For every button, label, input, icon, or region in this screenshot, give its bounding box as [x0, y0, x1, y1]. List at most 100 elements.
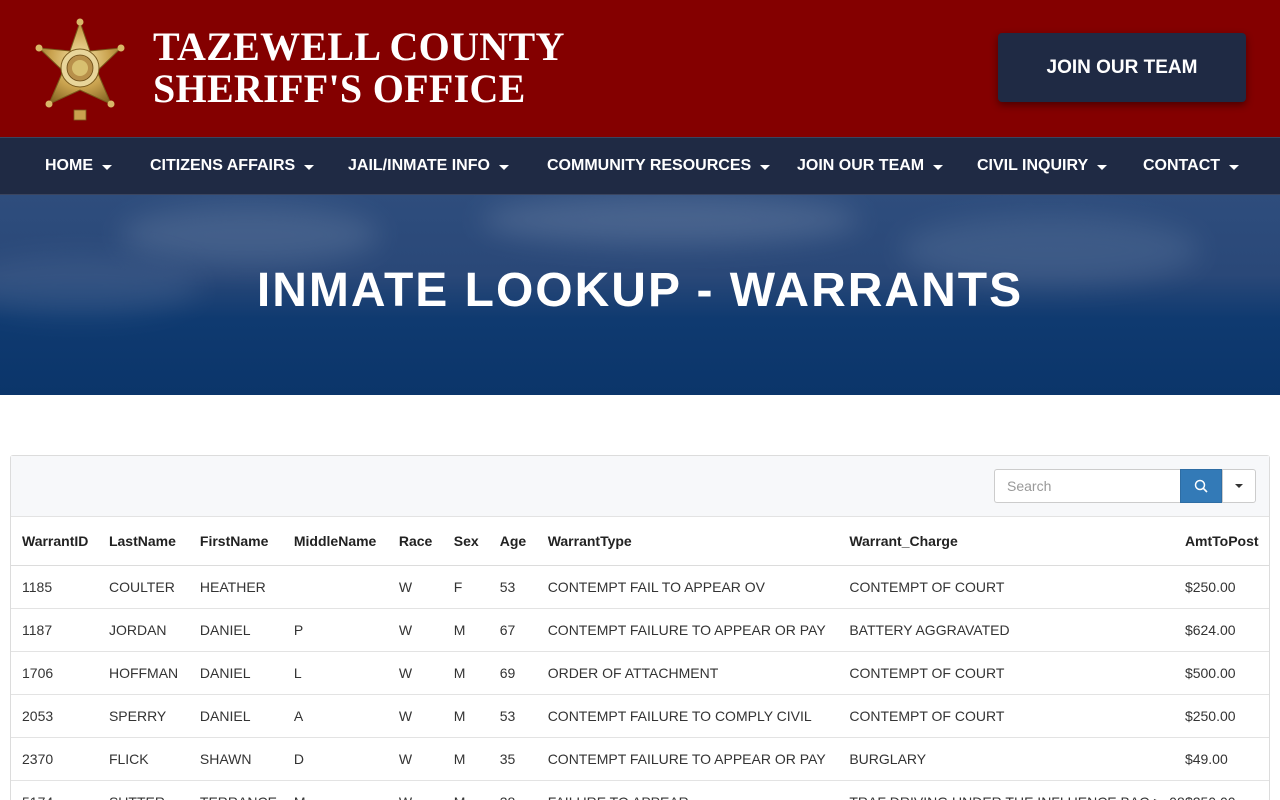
table-cell: ORDER OF ATTACHMENT: [547, 651, 850, 695]
table-row[interactable]: 2370 FLICK SHAWN D W M 35 CONTEMPT FAILU…: [11, 737, 1269, 781]
table-cell: TRAF DRIVING UNDER THE INFLUENCE BAC > .…: [849, 780, 1185, 800]
search-options-dropdown[interactable]: [1222, 469, 1256, 503]
table-cell: $250.00: [1184, 780, 1269, 800]
table-cell: 2053: [11, 694, 109, 738]
table-cell: D: [293, 737, 399, 781]
join-our-team-button[interactable]: JOIN OUR TEAM: [998, 33, 1246, 102]
table-cell: W: [398, 737, 454, 781]
table-cell: CONTEMPT OF COURT: [849, 651, 1185, 695]
hero-banner: INMATE LOOKUP - WARRANTS: [0, 195, 1280, 395]
table-cell: CONTEMPT OF COURT: [849, 565, 1185, 609]
warrants-table: WarrantID LastName FirstName MiddleName …: [11, 517, 1269, 800]
nav-item-civil-inquiry[interactable]: CIVIL INQUIRY: [977, 138, 1108, 194]
nav-item-contact[interactable]: CONTACT: [1143, 138, 1240, 194]
column-header[interactable]: WarrantType: [547, 517, 850, 566]
table-cell: $49.00: [1184, 737, 1269, 781]
chevron-down-icon: [1235, 484, 1243, 488]
nav-item-home[interactable]: HOME: [45, 138, 112, 194]
table-cell: DANIEL: [199, 694, 294, 738]
search-button[interactable]: [1180, 469, 1222, 503]
nav-item-label: CONTACT: [1143, 157, 1221, 174]
sheriff-star-badge-logo[interactable]: [33, 18, 127, 124]
column-header[interactable]: MiddleName: [293, 517, 399, 566]
table-cell: M: [453, 780, 500, 800]
table-cell: HEATHER: [199, 565, 294, 609]
table-header-row: WarrantID LastName FirstName MiddleName …: [11, 517, 1269, 566]
table-cell: CONTEMPT FAILURE TO APPEAR OR PAY: [547, 608, 850, 652]
table-cell: $500.00: [1184, 651, 1269, 695]
table-cell: TERRANCE: [199, 780, 294, 800]
table-cell: 69: [499, 651, 548, 695]
column-header[interactable]: FirstName: [199, 517, 294, 566]
table-cell: 2370: [11, 737, 109, 781]
nav-item-label: COMMUNITY RESOURCES: [547, 157, 752, 174]
nav-item-label: CITIZENS AFFAIRS: [150, 157, 296, 174]
table-cell: BURGLARY: [849, 737, 1185, 781]
table-row[interactable]: 1706 HOFFMAN DANIEL L W M 69 ORDER OF AT…: [11, 651, 1269, 695]
site-header: TAZEWELL COUNTY SHERIFF'S OFFICE JOIN OU…: [0, 0, 1280, 137]
chevron-down-icon: [1229, 164, 1240, 170]
chevron-down-icon: [760, 164, 771, 170]
table-cell: P: [293, 608, 399, 652]
search-input[interactable]: Search: [994, 469, 1181, 503]
nav-item-community-resources[interactable]: COMMUNITY RESOURCES: [547, 138, 771, 194]
table-cell: FAILURE TO APPEAR: [547, 780, 850, 800]
table-cell: $250.00: [1184, 565, 1269, 609]
column-header[interactable]: Race: [398, 517, 454, 566]
table-cell: 53: [499, 565, 548, 609]
table-cell: DANIEL: [199, 608, 294, 652]
table-cell: CONTEMPT FAILURE TO COMPLY CIVIL: [547, 694, 850, 738]
table-cell: 67: [499, 608, 548, 652]
nav-item-jail-inmate-info[interactable]: JAIL/INMATE INFO: [348, 138, 509, 194]
table-cell: M: [293, 780, 399, 800]
table-cell: $250.00: [1184, 694, 1269, 738]
table-cell: DANIEL: [199, 651, 294, 695]
table-cell: SUTTER: [108, 780, 200, 800]
table-cell: W: [398, 651, 454, 695]
column-header[interactable]: Age: [499, 517, 548, 566]
table-cell: JORDAN: [108, 608, 200, 652]
column-header[interactable]: AmtToPost: [1184, 517, 1269, 566]
page-title: INMATE LOOKUP - WARRANTS: [256, 264, 1024, 317]
main-navigation: HOME CITIZENS AFFAIRS JAIL/INMATE INFO C…: [0, 137, 1280, 195]
nav-item-join-our-team[interactable]: JOIN OUR TEAM: [797, 138, 944, 194]
table-cell: 53: [499, 694, 548, 738]
table-cell: M: [453, 737, 500, 781]
column-header[interactable]: Warrant_Charge: [849, 517, 1185, 566]
table-cell: 35: [499, 737, 548, 781]
table-cell: [293, 565, 399, 609]
nav-item-label: CIVIL INQUIRY: [977, 157, 1089, 174]
table-cell: 1706: [11, 651, 109, 695]
table-cell: A: [293, 694, 399, 738]
column-header[interactable]: WarrantID: [11, 517, 109, 566]
table-cell: W: [398, 780, 454, 800]
table-cell: FLICK: [108, 737, 200, 781]
column-header[interactable]: LastName: [108, 517, 200, 566]
site-title-line2: SHERIFF'S OFFICE: [153, 66, 526, 111]
chevron-down-icon: [933, 164, 944, 170]
site-title[interactable]: TAZEWELL COUNTY SHERIFF'S OFFICE: [153, 26, 565, 110]
table-cell: CONTEMPT FAIL TO APPEAR OV: [547, 565, 850, 609]
table-row[interactable]: 1187 JORDAN DANIEL P W M 67 CONTEMPT FAI…: [11, 608, 1269, 652]
table-row[interactable]: 5174 SUTTER TERRANCE M W M 38 FAILURE TO…: [11, 780, 1269, 800]
warrants-table-panel: Search WarrantID LastName FirstName Midd…: [10, 455, 1270, 800]
table-cell: SHAWN: [199, 737, 294, 781]
nav-item-label: JAIL/INMATE INFO: [348, 157, 490, 174]
search-icon: [1194, 479, 1208, 493]
chevron-down-icon: [1097, 164, 1108, 170]
table-cell: CONTEMPT OF COURT: [849, 694, 1185, 738]
table-cell: 38: [499, 780, 548, 800]
table-cell: W: [398, 565, 454, 609]
nav-item-citizens-affairs[interactable]: CITIZENS AFFAIRS: [150, 138, 315, 194]
table-cell: BATTERY AGGRAVATED: [849, 608, 1185, 652]
table-cell: W: [398, 608, 454, 652]
nav-item-label: JOIN OUR TEAM: [797, 157, 925, 174]
table-row[interactable]: 1185 COULTER HEATHER W F 53 CONTEMPT FAI…: [11, 565, 1269, 609]
table-cell: W: [398, 694, 454, 738]
column-header[interactable]: Sex: [453, 517, 500, 566]
table-cell: 1185: [11, 565, 109, 609]
chevron-down-icon: [102, 164, 112, 170]
table-cell: M: [453, 608, 500, 652]
table-cell: SPERRY: [108, 694, 200, 738]
table-row[interactable]: 2053 SPERRY DANIEL A W M 53 CONTEMPT FAI…: [11, 694, 1269, 738]
